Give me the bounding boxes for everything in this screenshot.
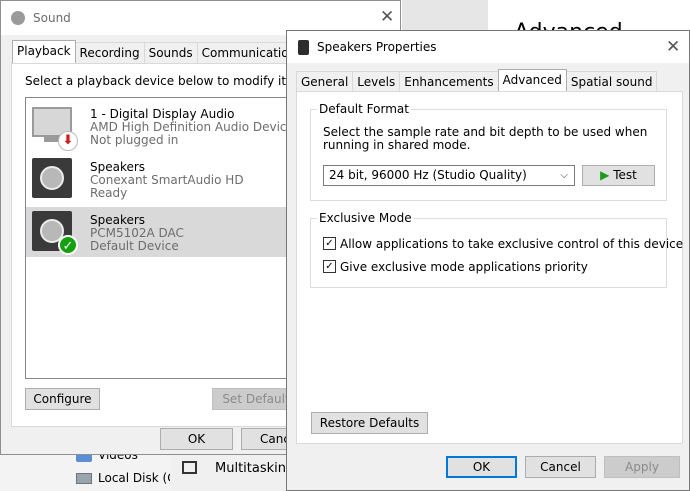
test-button-label: Test — [613, 168, 637, 182]
exclusive-control-label[interactable]: Allow applications to take exclusive con… — [340, 237, 683, 251]
device-driver: PCM5102A DAC — [90, 226, 184, 240]
exclusive-priority-label[interactable]: Give exclusive mode applications priorit… — [340, 260, 588, 274]
disk-icon — [76, 473, 92, 484]
apply-button[interactable]: Apply — [604, 456, 680, 478]
device-row-pcm5102a[interactable]: ✓ Speakers PCM5102A DAC Default Device — [26, 207, 316, 257]
advanced-panel: Default Format Select the sample rate an… — [296, 91, 683, 444]
default-check-icon: ✓ — [58, 235, 78, 255]
default-format-heading: Default Format — [317, 102, 411, 116]
restore-defaults-button[interactable]: Restore Defaults — [311, 412, 428, 434]
sound-window-title: Sound — [33, 11, 71, 25]
tab-recording[interactable]: Recording — [74, 42, 145, 65]
chevron-down-icon: ⌵ — [560, 170, 568, 181]
exclusive-mode-group: Exclusive Mode ✓ Allow applications to t… — [310, 211, 683, 288]
device-row-conexant[interactable]: Speakers Conexant SmartAudio HD Ready — [26, 154, 316, 204]
multitasking-icon — [182, 461, 197, 474]
speaker-icon — [32, 158, 72, 198]
default-format-description: Select the sample rate and bit depth to … — [323, 125, 648, 152]
sound-app-icon — [11, 11, 25, 25]
play-icon: ▶ — [600, 168, 610, 182]
properties-ok-button[interactable]: OK — [446, 456, 517, 478]
sound-ok-button[interactable]: OK — [160, 428, 233, 450]
device-name: Speakers — [90, 213, 146, 227]
unplugged-arrow-icon: ⬇ — [58, 131, 78, 151]
configure-button[interactable]: Configure — [25, 388, 100, 410]
format-dropdown[interactable]: 24 bit, 96000 Hz (Studio Quality) ⌵ — [323, 165, 575, 186]
tab-playback[interactable]: Playback — [12, 40, 76, 63]
close-icon[interactable]: ✕ — [666, 37, 680, 57]
tab-sounds[interactable]: Sounds — [143, 42, 198, 65]
device-driver: AMD High Definition Audio Device — [90, 120, 294, 134]
exclusive-control-checkbox[interactable]: ✓ — [323, 237, 336, 250]
speaker-app-icon — [298, 40, 309, 55]
device-status: Default Device — [90, 239, 179, 253]
device-row-digital-display[interactable]: ⬇ 1 - Digital Display Audio AMD High Def… — [26, 101, 316, 151]
device-name: Speakers — [90, 160, 146, 174]
exclusive-mode-heading: Exclusive Mode — [317, 211, 414, 225]
properties-cancel-button[interactable]: Cancel — [525, 456, 596, 478]
close-icon[interactable]: ✕ — [380, 7, 394, 27]
format-dropdown-value: 24 bit, 96000 Hz (Studio Quality) — [329, 168, 527, 182]
device-status: Ready — [90, 186, 128, 200]
device-list[interactable]: ⬇ 1 - Digital Display Audio AMD High Def… — [25, 97, 317, 379]
playback-panel: Select a playback device below to modify… — [11, 63, 338, 427]
speakers-properties-window: Speakers Properties ✕ General Levels Enh… — [286, 30, 690, 491]
tab-advanced[interactable]: Advanced — [497, 69, 567, 92]
exclusive-priority-checkbox[interactable]: ✓ — [323, 260, 336, 273]
device-driver: Conexant SmartAudio HD — [90, 173, 244, 187]
test-button[interactable]: ▶ Test — [582, 165, 655, 186]
multitasking-label: Multitasking — [215, 461, 295, 476]
properties-titlebar[interactable]: Speakers Properties ✕ — [287, 31, 689, 63]
settings-multitasking-item[interactable]: Multitasking — [170, 450, 300, 491]
device-name: 1 - Digital Display Audio — [90, 107, 235, 121]
properties-window-title: Speakers Properties — [317, 40, 437, 54]
sound-tabs: Playback Recording Sounds Communications — [12, 40, 308, 65]
device-status: Not plugged in — [90, 133, 179, 147]
default-format-group: Default Format Select the sample rate an… — [310, 102, 667, 201]
explorer-item-local-disk[interactable]: Local Disk (C: — [98, 471, 180, 485]
